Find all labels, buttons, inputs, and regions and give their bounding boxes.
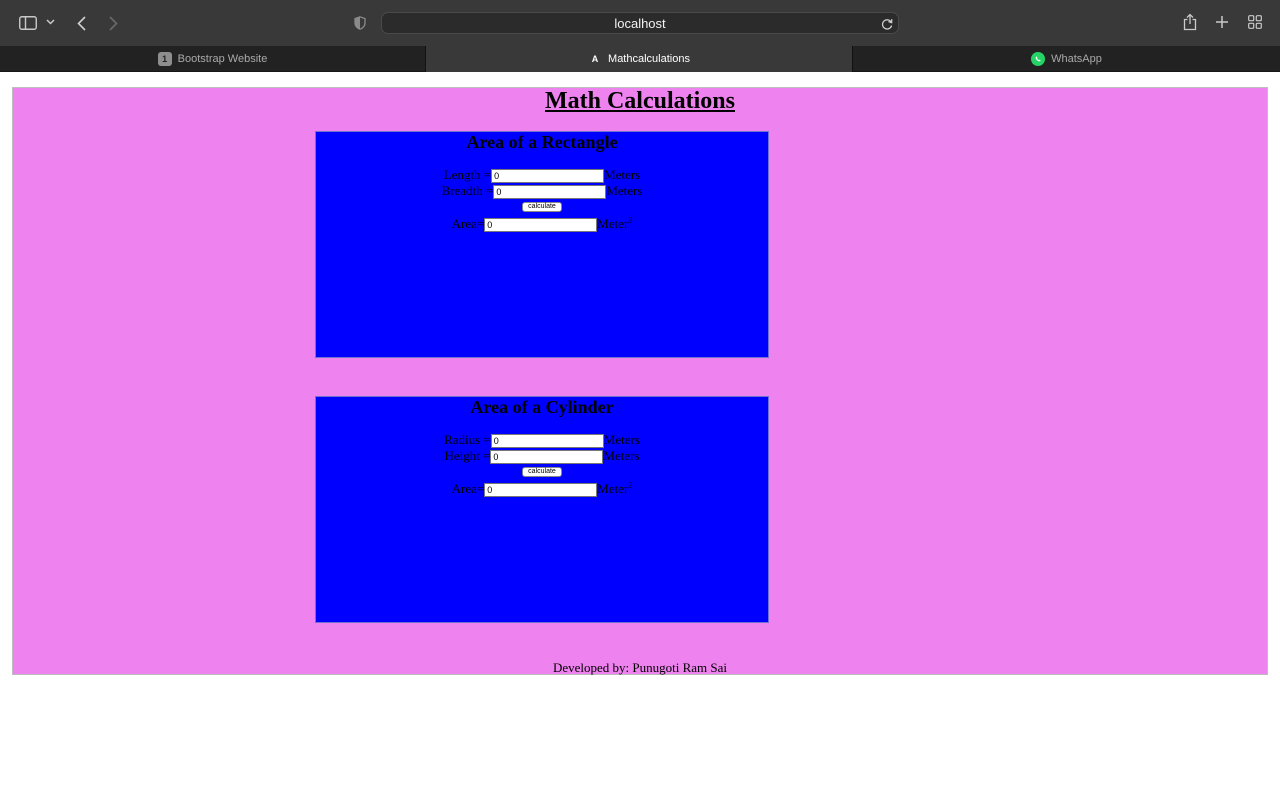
address-text: localhost [614,16,666,31]
tab-label: WhatsApp [1051,53,1102,65]
cylinder-area-row: Area= Meter2 [316,480,768,498]
height-unit: Meters [603,448,640,463]
rectangle-area-output[interactable] [484,218,598,233]
cylinder-button-row: calculate [316,464,768,480]
tab-favicon: 1 [157,52,172,66]
tab-label: Bootstrap Website [177,53,268,65]
forward-icon[interactable] [106,14,120,32]
footer-credit: Developed by: Punugoti Ram Sai [552,660,728,675]
breadth-input[interactable] [493,185,607,200]
cylinder-calculate-button[interactable]: calculate [522,467,562,477]
rectangle-card: Area of a Rectangle Length = Meters Bread… [315,131,769,358]
address-bar[interactable]: localhost [381,12,899,34]
height-row: Height = Meters [316,448,768,465]
breadth-label: Breadth = [441,183,494,198]
tab-bar: 1 Bootstrap Website A Mathcalculations W… [0,46,1280,72]
reload-icon[interactable] [881,16,893,35]
height-label: Height = [444,448,491,463]
cylinder-area-label: Area= [451,481,485,496]
cylinder-area-output[interactable] [484,483,598,498]
page-title: Math Calculations [544,88,735,114]
radius-unit: Meters [603,432,640,447]
cylinder-card-title: Area of a Cylinder [470,397,614,417]
rectangle-area-label: Area= [451,216,485,231]
rectangle-area-row: Area= Meter2 [316,215,768,233]
radius-row: Radius = Meters [316,432,768,449]
rectangle-area-unit: Meter [597,216,629,231]
share-icon[interactable] [1181,12,1199,32]
cylinder-card: Area of a Cylinder Radius = Meters Height… [315,396,769,623]
rectangle-card-title: Area of a Rectangle [466,132,618,152]
rectangle-button-row: calculate [316,199,768,215]
tab-bootstrap-website[interactable]: 1 Bootstrap Website [0,46,426,72]
length-input[interactable] [491,169,605,184]
chevron-down-icon[interactable] [45,17,55,27]
cylinder-area-unit-exponent: 2 [628,480,633,490]
radius-label: Radius = [444,432,491,447]
cylinder-area-unit: Meter [597,481,629,496]
browser-toolbar: localhost [0,0,1280,46]
breadth-row: Breadth = Meters [316,183,768,200]
sidebar-toggle-icon[interactable] [18,14,38,32]
radius-input[interactable] [490,434,604,449]
breadth-unit: Meters [606,183,643,198]
tab-label: Mathcalculations [608,53,690,65]
rectangle-area-unit-exponent: 2 [628,215,633,225]
new-tab-icon[interactable] [1214,14,1230,30]
tab-mathcalculations[interactable]: A Mathcalculations [426,46,853,72]
back-icon[interactable] [74,14,88,32]
length-label: Length = [443,167,492,182]
length-unit: Meters [604,167,641,182]
privacy-shield-icon[interactable] [352,15,368,31]
tab-overview-icon[interactable] [1247,14,1263,30]
angular-logo-icon: A [591,54,599,64]
whatsapp-icon [1031,52,1046,66]
height-input[interactable] [490,450,604,465]
length-row: Length = Meters [316,167,768,184]
tab-whatsapp[interactable]: WhatsApp [853,46,1280,72]
page-container: Math Calculations Area of a Rectangle Le… [12,87,1268,675]
rectangle-calculate-button[interactable]: calculate [522,202,562,212]
